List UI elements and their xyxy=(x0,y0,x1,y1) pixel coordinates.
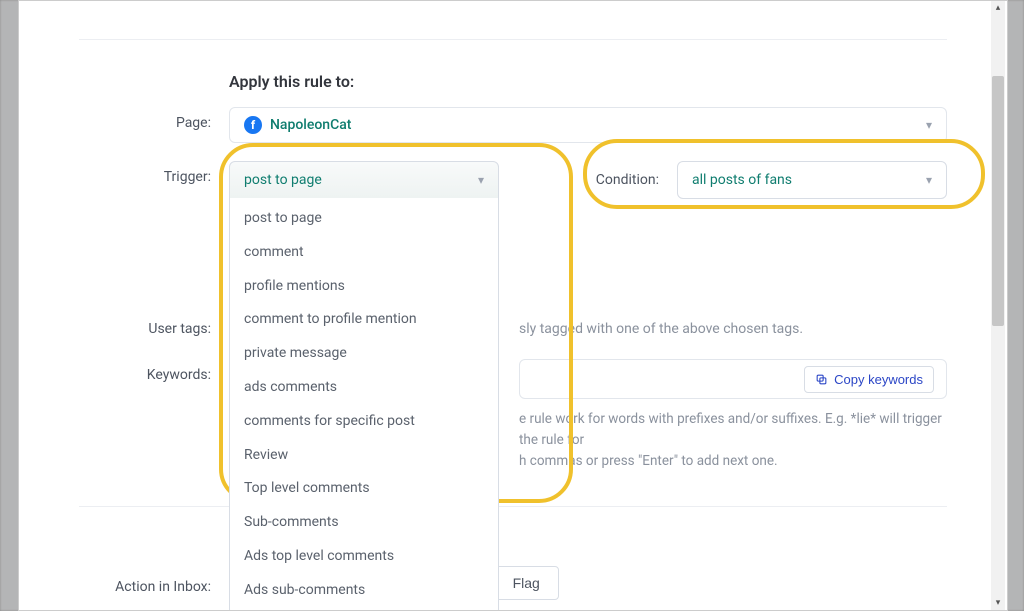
keywords-hint: e rule work for words with prefixes and/… xyxy=(519,409,947,472)
label-user-tags: User tags: xyxy=(79,313,229,337)
condition-selected-value: all posts of fans xyxy=(692,172,792,188)
facebook-icon: f xyxy=(244,116,262,134)
trigger-option[interactable]: Review xyxy=(230,439,498,473)
trigger-option[interactable]: Sub-comments xyxy=(230,506,498,540)
label-keywords: Keywords: xyxy=(79,359,229,383)
trigger-option[interactable]: Top level comments xyxy=(230,472,498,506)
action-flag-button[interactable]: Flag xyxy=(494,566,559,600)
trigger-selected-value: post to page xyxy=(244,172,322,188)
scrollbar[interactable]: ▴ ▾ xyxy=(991,1,1005,610)
row-keywords: Keywords: Copy keywords e rule work for … xyxy=(79,359,947,472)
scroll-down-button[interactable]: ▾ xyxy=(991,596,1005,610)
label-trigger: Trigger: xyxy=(79,161,229,185)
trigger-option[interactable]: Ads sub-comments xyxy=(230,574,498,608)
chevron-down-icon: ▾ xyxy=(926,173,932,187)
divider xyxy=(79,39,947,40)
scroll-up-button[interactable]: ▴ xyxy=(991,1,1005,15)
label-page: Page: xyxy=(79,107,229,131)
user-tags-hint: sly tagged with one of the above chosen … xyxy=(519,313,947,337)
trigger-option[interactable]: ads comments xyxy=(230,371,498,405)
trigger-dropdown: post to page comment profile mentions co… xyxy=(229,198,499,611)
rule-modal: ▴ ▾ Apply this rule to: Page: f Napoleon… xyxy=(18,0,1008,611)
copy-keywords-button[interactable]: Copy keywords xyxy=(804,366,934,393)
trigger-option[interactable]: Ads top level comments xyxy=(230,540,498,574)
trigger-option[interactable]: profile mentions xyxy=(230,270,498,304)
copy-icon xyxy=(815,373,828,386)
row-trigger-condition: Trigger: post to page ▾ post to page com… xyxy=(79,161,947,221)
scroll-thumb[interactable] xyxy=(992,76,1004,326)
page-select[interactable]: f NapoleonCat ▾ xyxy=(229,107,947,143)
row-action-in-inbox: Action in Inbox: none Archive Delete Fla… xyxy=(79,566,947,600)
label-condition: Condition: xyxy=(596,172,659,188)
row-user-tags: User tags: sly tagged with one of the ab… xyxy=(79,313,947,337)
chevron-down-icon: ▾ xyxy=(478,173,484,187)
trigger-option[interactable]: post to page xyxy=(230,202,498,236)
trigger-option[interactable]: comment to profile mention xyxy=(230,303,498,337)
trigger-select[interactable]: post to page ▾ xyxy=(229,161,499,199)
section-title-apply: Apply this rule to: xyxy=(229,72,947,91)
trigger-option[interactable]: comment xyxy=(230,236,498,270)
chevron-down-icon: ▾ xyxy=(926,118,932,132)
page-name: NapoleonCat xyxy=(270,117,351,133)
keywords-input-wrap[interactable]: Copy keywords xyxy=(519,359,947,399)
trigger-option[interactable]: private message xyxy=(230,337,498,371)
copy-keywords-label: Copy keywords xyxy=(834,372,923,387)
condition-select[interactable]: all posts of fans ▾ xyxy=(677,161,947,199)
modal-content: Apply this rule to: Page: f NapoleonCat … xyxy=(19,39,1007,611)
divider xyxy=(79,506,947,507)
label-action-in-inbox: Action in Inbox: xyxy=(79,571,229,595)
row-page: Page: f NapoleonCat ▾ xyxy=(79,107,947,143)
trigger-option[interactable]: comments for specific post xyxy=(230,405,498,439)
